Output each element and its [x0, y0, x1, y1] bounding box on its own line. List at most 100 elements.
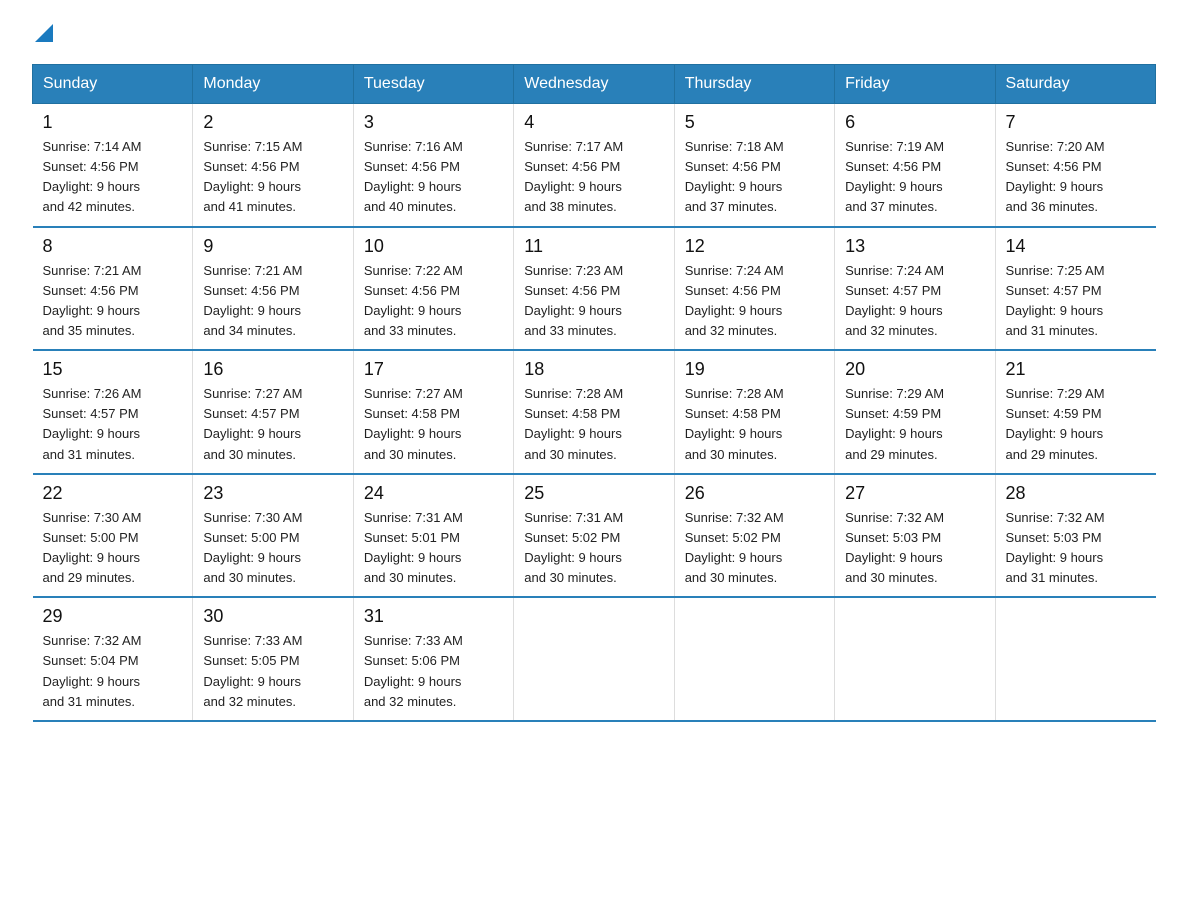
header-monday: Monday [193, 65, 353, 104]
day-info: Sunrise: 7:31 AMSunset: 5:01 PMDaylight:… [364, 510, 463, 585]
day-info: Sunrise: 7:26 AMSunset: 4:57 PMDaylight:… [43, 386, 142, 461]
calendar-cell: 8 Sunrise: 7:21 AMSunset: 4:56 PMDayligh… [33, 227, 193, 351]
day-number: 12 [685, 236, 824, 257]
calendar-week-row: 8 Sunrise: 7:21 AMSunset: 4:56 PMDayligh… [33, 227, 1156, 351]
day-number: 27 [845, 483, 984, 504]
day-number: 14 [1006, 236, 1146, 257]
calendar-cell: 16 Sunrise: 7:27 AMSunset: 4:57 PMDaylig… [193, 350, 353, 474]
day-number: 24 [364, 483, 503, 504]
calendar-cell: 22 Sunrise: 7:30 AMSunset: 5:00 PMDaylig… [33, 474, 193, 598]
header-saturday: Saturday [995, 65, 1155, 104]
day-number: 7 [1006, 112, 1146, 133]
calendar-cell: 13 Sunrise: 7:24 AMSunset: 4:57 PMDaylig… [835, 227, 995, 351]
day-number: 19 [685, 359, 824, 380]
day-info: Sunrise: 7:31 AMSunset: 5:02 PMDaylight:… [524, 510, 623, 585]
day-number: 29 [43, 606, 183, 627]
calendar-cell [995, 597, 1155, 721]
day-info: Sunrise: 7:33 AMSunset: 5:05 PMDaylight:… [203, 633, 302, 708]
day-number: 16 [203, 359, 342, 380]
day-number: 9 [203, 236, 342, 257]
calendar-cell [514, 597, 674, 721]
calendar-cell: 24 Sunrise: 7:31 AMSunset: 5:01 PMDaylig… [353, 474, 513, 598]
calendar-cell [674, 597, 834, 721]
day-info: Sunrise: 7:21 AMSunset: 4:56 PMDaylight:… [203, 263, 302, 338]
calendar-cell: 6 Sunrise: 7:19 AMSunset: 4:56 PMDayligh… [835, 104, 995, 227]
day-info: Sunrise: 7:16 AMSunset: 4:56 PMDaylight:… [364, 139, 463, 214]
day-number: 23 [203, 483, 342, 504]
header-friday: Friday [835, 65, 995, 104]
calendar-cell: 15 Sunrise: 7:26 AMSunset: 4:57 PMDaylig… [33, 350, 193, 474]
calendar-week-row: 22 Sunrise: 7:30 AMSunset: 5:00 PMDaylig… [33, 474, 1156, 598]
calendar-cell: 5 Sunrise: 7:18 AMSunset: 4:56 PMDayligh… [674, 104, 834, 227]
day-info: Sunrise: 7:30 AMSunset: 5:00 PMDaylight:… [43, 510, 142, 585]
day-info: Sunrise: 7:30 AMSunset: 5:00 PMDaylight:… [203, 510, 302, 585]
calendar-cell: 28 Sunrise: 7:32 AMSunset: 5:03 PMDaylig… [995, 474, 1155, 598]
day-number: 28 [1006, 483, 1146, 504]
calendar-cell: 29 Sunrise: 7:32 AMSunset: 5:04 PMDaylig… [33, 597, 193, 721]
calendar-cell: 20 Sunrise: 7:29 AMSunset: 4:59 PMDaylig… [835, 350, 995, 474]
calendar-cell: 19 Sunrise: 7:28 AMSunset: 4:58 PMDaylig… [674, 350, 834, 474]
day-info: Sunrise: 7:33 AMSunset: 5:06 PMDaylight:… [364, 633, 463, 708]
calendar-cell: 21 Sunrise: 7:29 AMSunset: 4:59 PMDaylig… [995, 350, 1155, 474]
day-info: Sunrise: 7:28 AMSunset: 4:58 PMDaylight:… [524, 386, 623, 461]
calendar-cell: 17 Sunrise: 7:27 AMSunset: 4:58 PMDaylig… [353, 350, 513, 474]
calendar-cell: 7 Sunrise: 7:20 AMSunset: 4:56 PMDayligh… [995, 104, 1155, 227]
day-number: 18 [524, 359, 663, 380]
day-number: 15 [43, 359, 183, 380]
day-number: 26 [685, 483, 824, 504]
day-info: Sunrise: 7:28 AMSunset: 4:58 PMDaylight:… [685, 386, 784, 461]
header-thursday: Thursday [674, 65, 834, 104]
header-sunday: Sunday [33, 65, 193, 104]
day-info: Sunrise: 7:14 AMSunset: 4:56 PMDaylight:… [43, 139, 142, 214]
calendar-cell: 11 Sunrise: 7:23 AMSunset: 4:56 PMDaylig… [514, 227, 674, 351]
day-number: 31 [364, 606, 503, 627]
logo [32, 24, 53, 44]
day-number: 11 [524, 236, 663, 257]
day-number: 25 [524, 483, 663, 504]
day-info: Sunrise: 7:18 AMSunset: 4:56 PMDaylight:… [685, 139, 784, 214]
day-info: Sunrise: 7:23 AMSunset: 4:56 PMDaylight:… [524, 263, 623, 338]
calendar-cell: 4 Sunrise: 7:17 AMSunset: 4:56 PMDayligh… [514, 104, 674, 227]
calendar-cell: 12 Sunrise: 7:24 AMSunset: 4:56 PMDaylig… [674, 227, 834, 351]
calendar-cell: 31 Sunrise: 7:33 AMSunset: 5:06 PMDaylig… [353, 597, 513, 721]
day-info: Sunrise: 7:25 AMSunset: 4:57 PMDaylight:… [1006, 263, 1105, 338]
day-info: Sunrise: 7:15 AMSunset: 4:56 PMDaylight:… [203, 139, 302, 214]
calendar-cell: 18 Sunrise: 7:28 AMSunset: 4:58 PMDaylig… [514, 350, 674, 474]
calendar-week-row: 15 Sunrise: 7:26 AMSunset: 4:57 PMDaylig… [33, 350, 1156, 474]
calendar-cell [835, 597, 995, 721]
day-info: Sunrise: 7:32 AMSunset: 5:03 PMDaylight:… [1006, 510, 1105, 585]
day-info: Sunrise: 7:29 AMSunset: 4:59 PMDaylight:… [845, 386, 944, 461]
day-number: 21 [1006, 359, 1146, 380]
calendar-table: SundayMondayTuesdayWednesdayThursdayFrid… [32, 64, 1156, 722]
day-info: Sunrise: 7:20 AMSunset: 4:56 PMDaylight:… [1006, 139, 1105, 214]
day-info: Sunrise: 7:32 AMSunset: 5:02 PMDaylight:… [685, 510, 784, 585]
calendar-cell: 14 Sunrise: 7:25 AMSunset: 4:57 PMDaylig… [995, 227, 1155, 351]
calendar-cell: 27 Sunrise: 7:32 AMSunset: 5:03 PMDaylig… [835, 474, 995, 598]
calendar-cell: 26 Sunrise: 7:32 AMSunset: 5:02 PMDaylig… [674, 474, 834, 598]
day-number: 5 [685, 112, 824, 133]
day-number: 30 [203, 606, 342, 627]
day-info: Sunrise: 7:24 AMSunset: 4:56 PMDaylight:… [685, 263, 784, 338]
header-wednesday: Wednesday [514, 65, 674, 104]
calendar-header-row: SundayMondayTuesdayWednesdayThursdayFrid… [33, 65, 1156, 104]
day-info: Sunrise: 7:32 AMSunset: 5:03 PMDaylight:… [845, 510, 944, 585]
day-number: 6 [845, 112, 984, 133]
day-info: Sunrise: 7:24 AMSunset: 4:57 PMDaylight:… [845, 263, 944, 338]
calendar-week-row: 1 Sunrise: 7:14 AMSunset: 4:56 PMDayligh… [33, 104, 1156, 227]
day-number: 17 [364, 359, 503, 380]
day-number: 20 [845, 359, 984, 380]
day-info: Sunrise: 7:17 AMSunset: 4:56 PMDaylight:… [524, 139, 623, 214]
calendar-cell: 3 Sunrise: 7:16 AMSunset: 4:56 PMDayligh… [353, 104, 513, 227]
day-info: Sunrise: 7:27 AMSunset: 4:58 PMDaylight:… [364, 386, 463, 461]
calendar-cell: 2 Sunrise: 7:15 AMSunset: 4:56 PMDayligh… [193, 104, 353, 227]
calendar-week-row: 29 Sunrise: 7:32 AMSunset: 5:04 PMDaylig… [33, 597, 1156, 721]
day-info: Sunrise: 7:21 AMSunset: 4:56 PMDaylight:… [43, 263, 142, 338]
calendar-cell: 25 Sunrise: 7:31 AMSunset: 5:02 PMDaylig… [514, 474, 674, 598]
day-number: 22 [43, 483, 183, 504]
day-number: 1 [43, 112, 183, 133]
calendar-cell: 30 Sunrise: 7:33 AMSunset: 5:05 PMDaylig… [193, 597, 353, 721]
day-number: 13 [845, 236, 984, 257]
day-number: 4 [524, 112, 663, 133]
day-info: Sunrise: 7:22 AMSunset: 4:56 PMDaylight:… [364, 263, 463, 338]
calendar-cell: 23 Sunrise: 7:30 AMSunset: 5:00 PMDaylig… [193, 474, 353, 598]
